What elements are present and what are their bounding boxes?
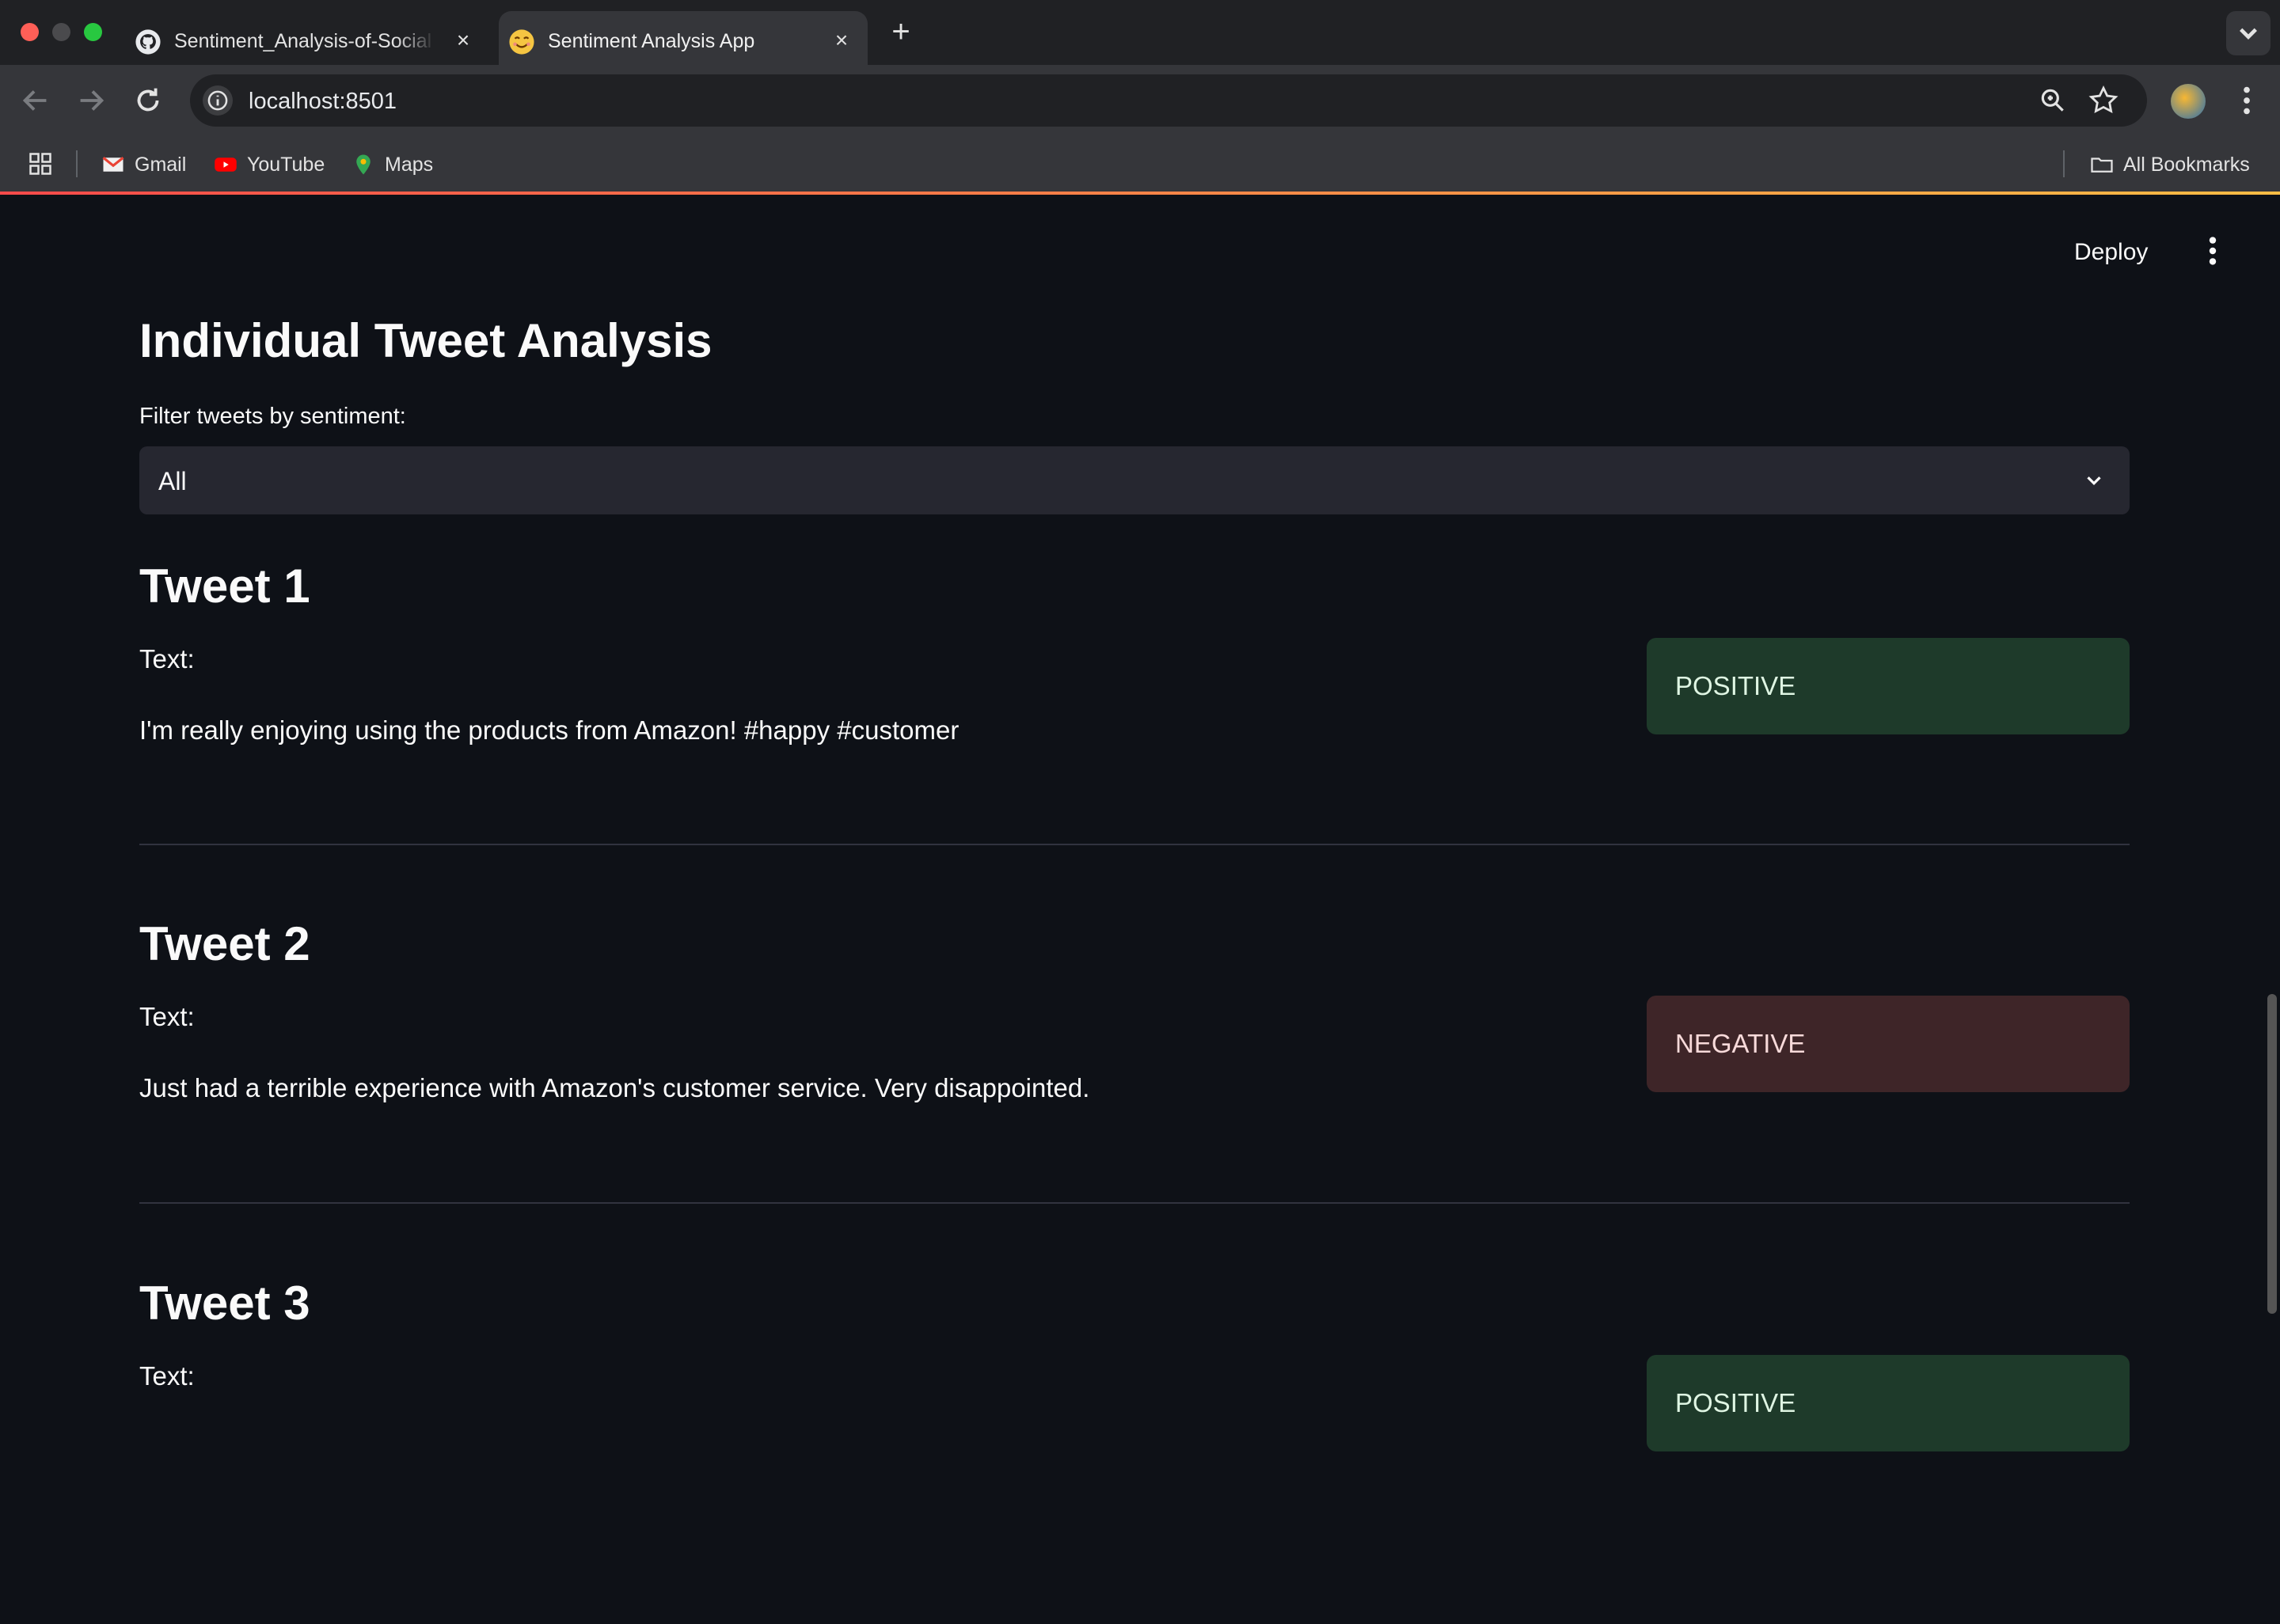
sentiment-badge: POSITIVE bbox=[1647, 638, 2130, 734]
gmail-icon bbox=[102, 157, 124, 172]
tweet-card: Tweet 1 Text: I'm really enjoying using … bbox=[139, 559, 2130, 907]
sentiment-label: POSITIVE bbox=[1675, 671, 1796, 700]
site-info-icon[interactable] bbox=[203, 85, 233, 116]
tweet-text: I'm really enjoying using the products f… bbox=[139, 715, 960, 745]
sentiment-badge: POSITIVE bbox=[1647, 1355, 2130, 1451]
tab-title: Sentiment_Analysis-of-Social bbox=[174, 30, 432, 52]
app-menu-icon[interactable] bbox=[2196, 233, 2229, 269]
close-window-button[interactable] bbox=[21, 23, 39, 41]
tweet-heading: Tweet 1 bbox=[139, 560, 310, 613]
new-tab-button[interactable]: + bbox=[885, 16, 917, 47]
tweet-card: Tweet 2 Text: Just had a terrible experi… bbox=[139, 916, 2130, 1265]
browser-toolbar: localhost:8501 bbox=[0, 65, 2280, 136]
bookmark-label: Gmail bbox=[135, 153, 187, 176]
zoom-icon[interactable] bbox=[2038, 85, 2068, 116]
tab-sentiment-app[interactable]: Sentiment Analysis App × bbox=[499, 11, 868, 65]
github-icon bbox=[135, 29, 161, 55]
chevron-down-icon bbox=[2087, 476, 2101, 486]
tweet-text: Just had a terrible experience with Amaz… bbox=[139, 1073, 1090, 1102]
youtube-icon bbox=[215, 157, 237, 172]
bookmark-label: YouTube bbox=[247, 153, 325, 176]
deploy-button[interactable]: Deploy bbox=[2074, 239, 2148, 266]
reload-icon[interactable] bbox=[130, 82, 166, 119]
bookmark-star-icon[interactable] bbox=[2087, 84, 2120, 117]
address-bar[interactable]: localhost:8501 bbox=[190, 74, 2147, 127]
close-tab-icon[interactable]: × bbox=[831, 29, 852, 51]
browser-menu-icon[interactable] bbox=[2232, 82, 2261, 119]
browser-tabstrip: Sentiment_Analysis-of-Social × Sentiment… bbox=[0, 0, 2280, 65]
url-text: localhost:8501 bbox=[249, 89, 397, 114]
divider bbox=[139, 844, 2130, 845]
maximize-window-button[interactable] bbox=[84, 23, 102, 41]
bookmark-gmail[interactable]: Gmail bbox=[101, 150, 186, 179]
bookmark-label: Maps bbox=[385, 153, 434, 176]
text-label: Text: bbox=[139, 644, 195, 674]
tab-search-button[interactable] bbox=[2226, 11, 2270, 55]
tab-github[interactable]: Sentiment_Analysis-of-Social × bbox=[125, 11, 489, 65]
divider bbox=[139, 1202, 2130, 1204]
tab-title: Sentiment Analysis App bbox=[548, 30, 755, 52]
folder-icon bbox=[2091, 157, 2113, 173]
scrollbar[interactable] bbox=[2267, 994, 2277, 1314]
sentiment-label: NEGATIVE bbox=[1675, 1029, 1806, 1058]
all-bookmarks-button[interactable]: All Bookmarks bbox=[2090, 150, 2250, 179]
forward-icon[interactable] bbox=[73, 82, 109, 119]
bookmark-maps[interactable]: Maps bbox=[352, 150, 433, 179]
tweet-heading: Tweet 3 bbox=[139, 1277, 310, 1330]
bookmark-separator bbox=[2063, 150, 2065, 177]
tweet-heading: Tweet 2 bbox=[139, 917, 310, 970]
minimize-window-button[interactable] bbox=[52, 23, 70, 41]
text-label: Text: bbox=[139, 1361, 195, 1391]
bookmark-youtube[interactable]: YouTube bbox=[214, 150, 325, 179]
all-bookmarks-label: All Bookmarks bbox=[2123, 153, 2250, 176]
sentiment-filter-select[interactable]: All bbox=[139, 446, 2130, 514]
maps-icon bbox=[356, 154, 370, 175]
streamlit-app: Deploy Individual Tweet Analysis Filter … bbox=[0, 195, 2280, 1451]
filter-label: Filter tweets by sentiment: bbox=[139, 404, 406, 429]
sentiment-badge: NEGATIVE bbox=[1647, 996, 2130, 1092]
tweet-card: Tweet 3 Text: POSITIVE bbox=[139, 1276, 2130, 1624]
page-title: Individual Tweet Analysis bbox=[139, 314, 712, 367]
back-icon[interactable] bbox=[17, 82, 54, 119]
sentiment-label: POSITIVE bbox=[1675, 1388, 1796, 1417]
text-label: Text: bbox=[139, 1002, 195, 1031]
smiley-icon bbox=[509, 29, 534, 55]
select-value: All bbox=[158, 467, 187, 495]
bookmark-separator bbox=[76, 150, 78, 177]
close-tab-icon[interactable]: × bbox=[453, 29, 473, 51]
bookmarks-bar: Gmail YouTube Maps All Bookmarks bbox=[0, 136, 2280, 192]
profile-avatar[interactable] bbox=[2171, 84, 2206, 119]
chevron-down-icon bbox=[2240, 28, 2257, 40]
apps-grid-icon[interactable] bbox=[28, 152, 52, 176]
